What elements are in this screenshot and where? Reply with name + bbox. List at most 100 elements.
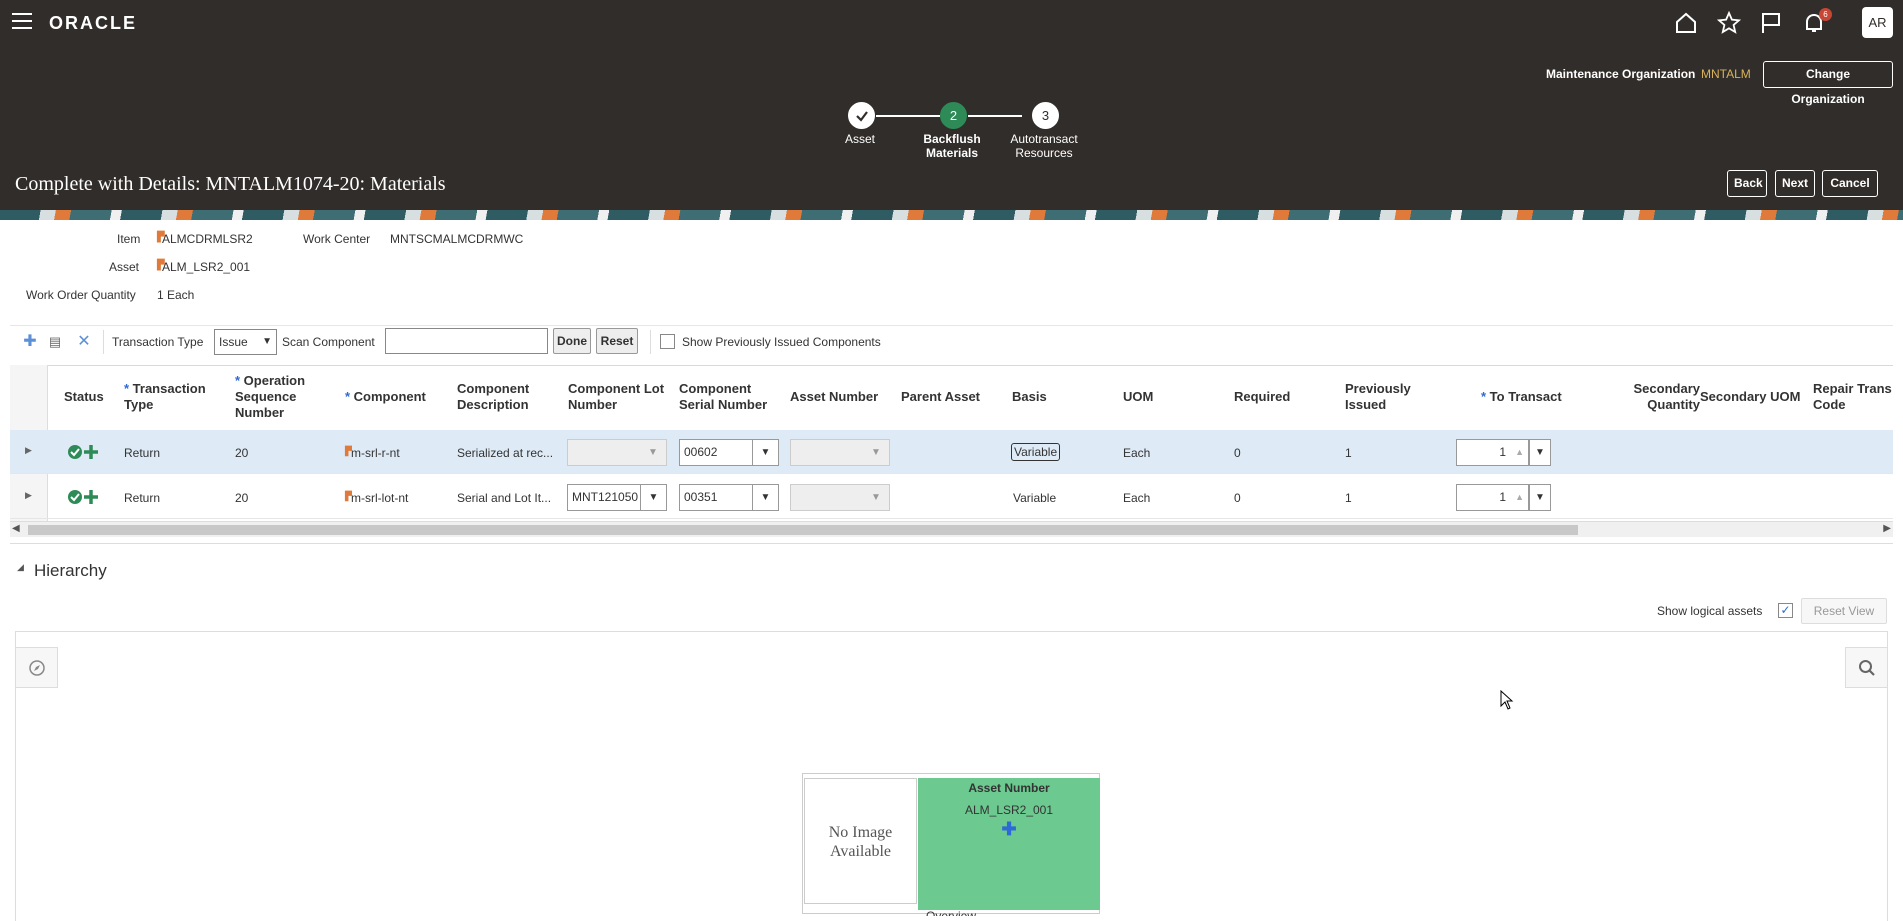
col-secondary-uom[interactable]: Secondary UOM <box>1700 389 1800 405</box>
col-status[interactable]: Status <box>64 389 104 405</box>
scan-component-input[interactable] <box>385 328 548 354</box>
expand-node-icon[interactable]: ✚ <box>918 819 1100 840</box>
row-basis: Variable <box>1013 491 1057 505</box>
to-transact-value: 1 <box>1499 445 1506 459</box>
expand-row-icon[interactable]: ▶ <box>25 445 32 456</box>
cancel-button[interactable]: Cancel <box>1822 170 1878 197</box>
lot-number-select[interactable]: MNT121050 ▼ <box>567 484 667 511</box>
col-asset-number[interactable]: Asset Number <box>790 389 878 405</box>
row-required: 0 <box>1234 446 1241 460</box>
transaction-type-select[interactable]: Issue ▼ <box>214 329 277 355</box>
col-uom[interactable]: UOM <box>1123 389 1153 405</box>
watchlist-flag-icon[interactable] <box>1759 11 1783 35</box>
work-center-value: MNTSCMALMCDRMWC <box>390 232 524 246</box>
delete-icon[interactable]: ✕ <box>75 333 93 351</box>
serial-number-value: 00602 <box>684 445 718 459</box>
col-operation-sequence-label: Operation Sequence Number <box>235 373 306 420</box>
serial-number-select[interactable]: 00351 ▼ <box>679 484 779 511</box>
row-basis[interactable]: Variable <box>1011 443 1061 461</box>
work-center-label: Work Center <box>303 232 371 246</box>
train-label-autotransact: Autotransact Resources <box>1010 132 1078 160</box>
next-button[interactable]: Next <box>1775 170 1815 197</box>
stepper-up-icon[interactable]: ▲ <box>1515 485 1524 510</box>
row-txn-type: Return <box>124 491 161 505</box>
col-basis[interactable]: Basis <box>1012 389 1047 405</box>
row-component[interactable]: m-srl-lot-nt <box>351 491 408 505</box>
train-step-backflush[interactable]: 2 <box>940 102 967 129</box>
col-component-serial-number[interactable]: Component Serial Number <box>679 381 779 413</box>
edit-icon[interactable]: ▤ <box>46 333 64 351</box>
org-label: Maintenance Organization <box>1546 67 1696 81</box>
col-required[interactable]: Required <box>1234 389 1290 405</box>
to-transact-dropdown[interactable]: ▼ <box>1529 484 1551 511</box>
to-transact-input[interactable]: 1 ▲ <box>1456 484 1529 511</box>
section-divider <box>10 543 1893 544</box>
search-icon[interactable] <box>1845 647 1888 688</box>
col-component-description[interactable]: Component Description <box>457 381 547 413</box>
add-icon[interactable]: ✚ <box>21 333 39 351</box>
oracle-logo[interactable]: ORACLE <box>49 13 137 34</box>
col-transaction-type[interactable]: * Transaction Type <box>124 381 214 413</box>
scroll-left-icon[interactable]: ◀ <box>12 523 20 534</box>
done-button[interactable]: Done <box>553 328 591 354</box>
collapse-triangle-icon[interactable]: ◢ <box>17 562 24 573</box>
lot-number-value: MNT121050 <box>572 490 639 504</box>
table-row[interactable] <box>10 430 1893 474</box>
table-row[interactable] <box>10 475 1893 519</box>
to-transact-dropdown[interactable]: ▼ <box>1529 439 1551 466</box>
chevron-down-icon: ▼ <box>262 336 272 347</box>
navigator-menu-icon[interactable] <box>12 13 34 31</box>
scroll-right-icon[interactable]: ▶ <box>1883 523 1891 534</box>
home-icon[interactable] <box>1674 11 1698 35</box>
row-prev-issued: 1 <box>1345 446 1352 460</box>
card-asset-value: ALM_LSR2_001 <box>964 803 1054 817</box>
status-icon <box>67 443 101 464</box>
col-secondary-quantity[interactable]: Secondary Quantity <box>1610 381 1700 413</box>
train-step-asset[interactable] <box>848 102 875 129</box>
chevron-down-icon: ▼ <box>871 492 881 503</box>
asset-number-select: ▼ <box>790 439 890 466</box>
reset-view-button[interactable]: Reset View <box>1801 598 1887 624</box>
col-operation-sequence[interactable]: * Operation Sequence Number <box>235 373 325 421</box>
toolbar-divider <box>103 330 104 354</box>
chevron-down-icon[interactable]: ▼ <box>640 485 666 510</box>
show-logical-assets-label: Show logical assets <box>1657 604 1763 618</box>
show-logical-assets-checkbox[interactable]: ✓ <box>1778 603 1793 618</box>
hierarchy-title: Hierarchy <box>34 561 107 580</box>
reset-button[interactable]: Reset <box>596 328 638 354</box>
back-button[interactable]: Back <box>1727 170 1767 197</box>
stepper-up-icon[interactable]: ▲ <box>1515 440 1524 465</box>
col-previously-issued[interactable]: Previously Issued <box>1345 381 1435 413</box>
col-component[interactable]: * Component <box>345 389 426 405</box>
horizontal-scrollbar[interactable]: ◀ ▶ <box>10 521 1893 537</box>
checkmark-icon <box>855 111 868 122</box>
show-previously-issued-checkbox[interactable] <box>660 334 675 349</box>
row-comp-desc: Serialized at rec... <box>457 446 554 460</box>
compass-icon[interactable] <box>15 647 58 688</box>
chevron-down-icon[interactable]: ▼ <box>752 485 778 510</box>
chevron-down-icon[interactable]: ▼ <box>752 440 778 465</box>
col-repair-trans-code[interactable]: Repair Trans Code <box>1813 381 1893 413</box>
scrollbar-thumb[interactable] <box>28 525 1578 535</box>
asset-node-info: Asset Number ALM_LSR2_001 ✚ <box>918 778 1100 904</box>
favorites-star-icon[interactable] <box>1716 10 1742 35</box>
asset-node-card[interactable]: No Image Available Asset Number ALM_LSR2… <box>802 773 1100 916</box>
col-parent-asset[interactable]: Parent Asset <box>901 389 980 405</box>
row-uom: Each <box>1123 446 1151 460</box>
mouse-cursor-icon <box>1500 689 1514 713</box>
col-component-lot-number[interactable]: Component Lot Number <box>568 381 673 413</box>
lot-number-select: ▼ <box>567 439 667 466</box>
train-step-autotransact[interactable]: 3 <box>1032 102 1059 129</box>
row-required: 0 <box>1234 491 1241 505</box>
row-op-seq: 20 <box>235 446 249 460</box>
user-avatar[interactable]: AR <box>1862 7 1893 38</box>
to-transact-input[interactable]: 1 ▲ <box>1456 439 1529 466</box>
col-to-transact[interactable]: * To Transact <box>1481 389 1562 405</box>
work-order-quantity-value: 1 Each <box>157 288 195 302</box>
notifications-bell-icon[interactable]: 6 <box>1802 8 1832 35</box>
row-component[interactable]: m-srl-r-nt <box>351 446 400 460</box>
status-icon <box>67 488 101 509</box>
serial-number-select[interactable]: 00602 ▼ <box>679 439 779 466</box>
expand-row-icon[interactable]: ▶ <box>25 490 32 501</box>
change-organization-button[interactable]: Change Organization <box>1763 61 1893 106</box>
